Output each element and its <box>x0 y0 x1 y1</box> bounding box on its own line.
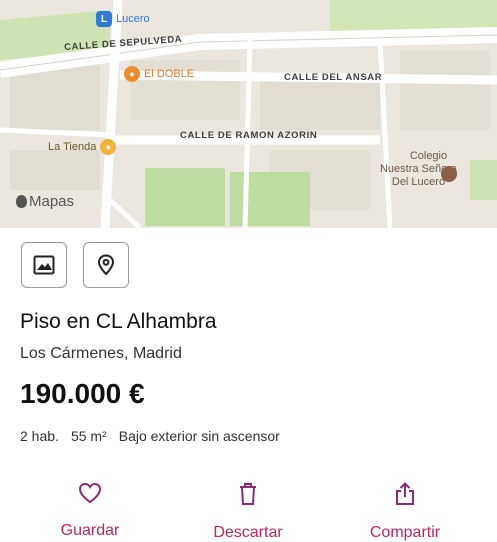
shop-icon: ● <box>100 139 117 155</box>
maps-attribution-label: Mapas <box>29 193 75 210</box>
poi-el-doble-label: El DOBLE <box>144 68 195 80</box>
share-button[interactable]: Compartir <box>340 482 470 542</box>
listing-price: 190.000 € <box>20 378 145 409</box>
discard-button[interactable]: Descartar <box>183 482 313 542</box>
feature-area: 55 m² <box>70 428 107 444</box>
poi-lucero-label: Lucero <box>116 13 150 25</box>
trash-icon <box>240 483 256 505</box>
school-icon <box>441 166 457 182</box>
poi-lucero[interactable]: L Lucero <box>96 11 150 27</box>
street-label-ansar: CALLE DEL ANSAR <box>284 72 383 83</box>
poi-la-tienda-label: La Tienda <box>48 141 97 153</box>
feature-floor: Bajo exterior sin ascensor <box>118 428 280 444</box>
heart-icon <box>78 482 102 504</box>
feature-rooms: 2 hab. <box>20 428 59 444</box>
discard-label: Descartar <box>213 524 283 541</box>
photos-button[interactable] <box>21 242 67 288</box>
share-icon <box>396 482 414 505</box>
listing-features: 2 hab. 55 m² Bajo exterior sin ascensor <box>20 428 280 444</box>
share-label: Compartir <box>369 524 441 541</box>
save-label: Guardar <box>60 522 120 539</box>
listing-title: Piso en CL Alhambra <box>20 310 217 333</box>
save-button[interactable]: Guardar <box>25 482 155 540</box>
map-location-button[interactable] <box>83 242 129 288</box>
poi-la-tienda[interactable]: La Tienda ● <box>48 139 117 155</box>
poi-colegio[interactable]: Colegio Nuestra Señora Del Lucero <box>380 150 477 189</box>
map-view[interactable]: CALLE DE SEPULVEDA CALLE DEL ANSAR CALLE… <box>0 0 497 228</box>
apple-icon <box>16 195 27 208</box>
listing-location: Los Cármenes, Madrid <box>20 345 182 362</box>
map-background <box>0 0 497 228</box>
restaurant-icon: ● <box>124 66 140 82</box>
location-pin-icon <box>97 254 115 276</box>
maps-attribution[interactable]: Mapas <box>16 193 74 210</box>
poi-colegio-line1: Colegio <box>409 150 448 162</box>
metro-icon: L <box>96 11 112 27</box>
image-icon <box>33 255 55 275</box>
poi-el-doble[interactable]: ● El DOBLE <box>124 66 194 82</box>
street-label-ramon-azorin: CALLE DE RAMON AZORIN <box>180 130 318 141</box>
